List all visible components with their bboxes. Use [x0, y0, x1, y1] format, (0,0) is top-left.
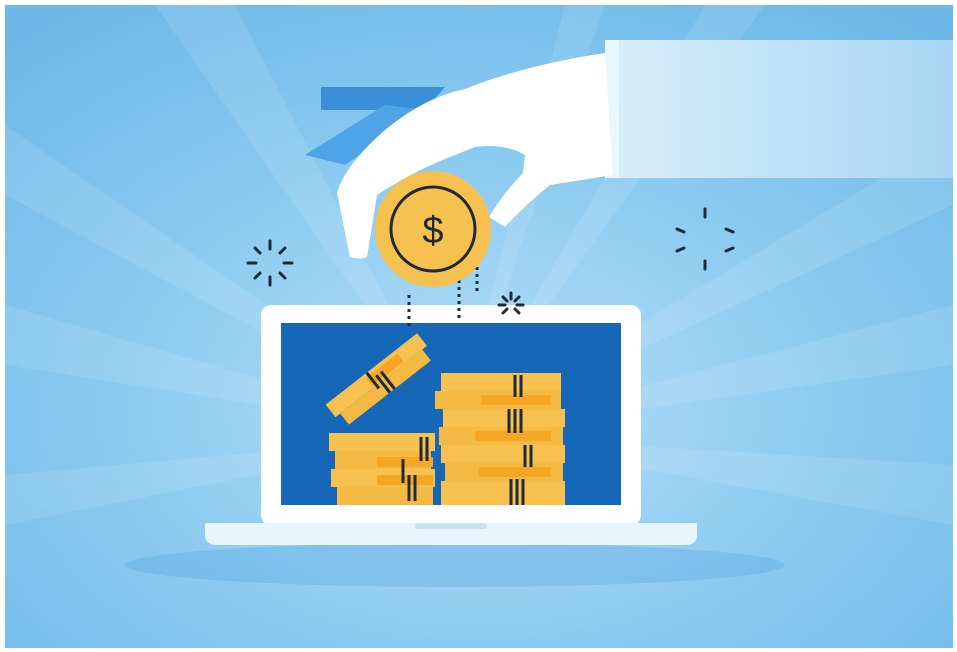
illustration: $ — [5, 5, 953, 648]
sleeve — [605, 40, 953, 178]
laptop-base-notch — [415, 523, 487, 529]
coin-symbol: $ — [422, 210, 443, 252]
coin-stack-right — [435, 373, 565, 505]
coin-stack-left — [329, 433, 435, 505]
coin-icon: $ — [375, 171, 491, 287]
floor-shadow — [125, 543, 785, 587]
